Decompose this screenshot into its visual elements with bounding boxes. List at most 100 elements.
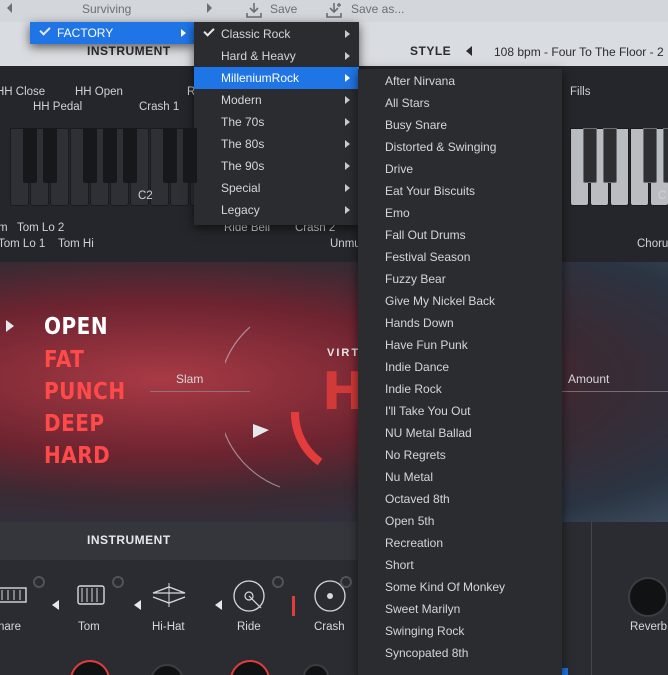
- tom-mini-knob[interactable]: [112, 576, 124, 588]
- save-icon[interactable]: [245, 1, 263, 19]
- genre-item-the-70s[interactable]: The 70s: [194, 111, 359, 133]
- style-item-label: Give My Nickel Back: [385, 294, 496, 308]
- key-label-fragment-m: m: [0, 222, 8, 234]
- style-item-festival-season[interactable]: Festival Season: [358, 246, 562, 268]
- ride-icon[interactable]: [231, 578, 267, 614]
- style-item-have-fun-punk[interactable]: Have Fun Punk: [358, 334, 562, 356]
- style-tempo[interactable]: 108 bpm - Four To The Floor - 2: [494, 45, 664, 59]
- style-item-some-kind-of-monkey[interactable]: Some Kind Of Monkey: [358, 576, 562, 598]
- style-punch[interactable]: PUNCH: [44, 377, 126, 405]
- save-button[interactable]: Save: [270, 2, 297, 16]
- piano-black-key[interactable]: [583, 128, 597, 183]
- prev-preset-icon[interactable]: [7, 3, 12, 13]
- play-icon[interactable]: [6, 320, 14, 332]
- style-item-label: Some Kind Of Monkey: [385, 580, 506, 594]
- piano-black-key[interactable]: [43, 128, 57, 183]
- chevron-right-icon: [345, 52, 350, 60]
- slot-label-snare: nare: [0, 621, 22, 633]
- piano-black-key[interactable]: [643, 128, 657, 183]
- style-item-distorted-swinging[interactable]: Distorted & Swinging: [358, 136, 562, 158]
- style-item-nu-metal-ballad[interactable]: NU Metal Ballad: [358, 422, 562, 444]
- tom-select-arrow[interactable]: [52, 600, 59, 610]
- genre-item-the-80s[interactable]: The 80s: [194, 133, 359, 155]
- style-item-busy-snare[interactable]: Busy Snare: [358, 114, 562, 136]
- key-label-hh-close: HH Close: [0, 86, 46, 98]
- hihat-select-arrow[interactable]: [134, 600, 141, 610]
- style-item-indie-rock[interactable]: Indie Rock: [358, 378, 562, 400]
- octave-label-c2: C2: [138, 190, 153, 202]
- style-item-label: All Stars: [385, 96, 430, 110]
- style-item-label: Eat Your Biscuits: [385, 184, 476, 198]
- piano-black-key[interactable]: [83, 128, 97, 183]
- piano-black-key[interactable]: [23, 128, 37, 183]
- style-item-octaved-8th[interactable]: Octaved 8th: [358, 488, 562, 510]
- save-as-icon[interactable]: [325, 1, 343, 19]
- style-item-give-my-nickel-back[interactable]: Give My Nickel Back: [358, 290, 562, 312]
- genre-item-legacy[interactable]: Legacy: [194, 199, 359, 221]
- style-item-nu-metal[interactable]: Nu Metal: [358, 466, 562, 488]
- genre-item-the-90s[interactable]: The 90s: [194, 155, 359, 177]
- piano-black-key[interactable]: [183, 128, 197, 183]
- style-item-open-5th[interactable]: Open 5th: [358, 510, 562, 532]
- style-item-label: Open 5th: [385, 514, 435, 528]
- piano-black-key[interactable]: [663, 128, 668, 183]
- style-hard[interactable]: HARD: [44, 441, 110, 469]
- style-item-label: Fuzzy Bear: [385, 272, 446, 286]
- style-deep[interactable]: DEEP: [44, 409, 105, 437]
- style-item-fall-out-drums[interactable]: Fall Out Drums: [358, 224, 562, 246]
- style-item-syncopated-8th[interactable]: Syncopated 8th: [358, 642, 562, 664]
- genre-item-label: Legacy: [221, 203, 260, 217]
- style-item-label: Syncopated 8th: [385, 646, 469, 660]
- genre-item-label: The 80s: [221, 137, 265, 151]
- style-item-no-regrets[interactable]: No Regrets: [358, 444, 562, 466]
- style-item-after-nirvana[interactable]: After Nirvana: [358, 70, 562, 92]
- chevron-right-icon: [345, 206, 350, 214]
- style-item-label: Busy Snare: [385, 118, 448, 132]
- style-item-emo[interactable]: Emo: [358, 202, 562, 224]
- genre-item-special[interactable]: Special: [194, 177, 359, 199]
- genre-item-label: MilleniumRock: [221, 71, 300, 85]
- style-item-label: No Regrets: [385, 448, 446, 462]
- amount-slider[interactable]: [560, 391, 668, 392]
- style-item-short[interactable]: Short: [358, 554, 562, 576]
- reverb-knob[interactable]: [628, 577, 668, 617]
- genre-item-classic-rock[interactable]: Classic Rock: [194, 23, 359, 45]
- style-item-indie-dance[interactable]: Indie Dance: [358, 356, 562, 378]
- chevron-right-icon: [345, 30, 350, 38]
- style-item-sweet-marilyn[interactable]: Sweet Marilyn: [358, 598, 562, 620]
- snare-icon[interactable]: [0, 580, 28, 610]
- style-item-fuzzy-bear[interactable]: Fuzzy Bear: [358, 268, 562, 290]
- genre-item-hard-heavy[interactable]: Hard & Heavy: [194, 45, 359, 67]
- hihat-icon[interactable]: [150, 580, 188, 610]
- style-item-label: I'll Take You Out: [385, 404, 471, 418]
- piano-black-key[interactable]: [163, 128, 177, 183]
- piano-black-key[interactable]: [103, 128, 117, 183]
- style-item-hands-down[interactable]: Hands Down: [358, 312, 562, 334]
- style-item-drive[interactable]: Drive: [358, 158, 562, 180]
- style-item-label: Indie Rock: [385, 382, 442, 396]
- style-item-i-ll-take-you-out[interactable]: I'll Take You Out: [358, 400, 562, 422]
- style-item-recreation[interactable]: Recreation: [358, 532, 562, 554]
- next-preset-icon[interactable]: [207, 3, 212, 13]
- ride-mini-knob[interactable]: [272, 576, 284, 588]
- save-as-button[interactable]: Save as...: [351, 2, 404, 16]
- style-fat[interactable]: FAT: [44, 345, 84, 373]
- chevron-right-icon: [181, 29, 186, 37]
- genre-item-modern[interactable]: Modern: [194, 89, 359, 111]
- style-open[interactable]: OPEN: [44, 312, 108, 340]
- style-item-eat-your-biscuits[interactable]: Eat Your Biscuits: [358, 180, 562, 202]
- tom-icon[interactable]: [74, 578, 108, 612]
- style-item-swinging-rock[interactable]: Swinging Rock: [358, 620, 562, 642]
- piano-black-key[interactable]: [603, 128, 617, 183]
- top-bar: Surviving Save Save as...: [0, 0, 668, 22]
- genre-item-milleniumrock[interactable]: MilleniumRock: [194, 67, 359, 89]
- style-item-label: Festival Season: [385, 250, 471, 264]
- menu-item-factory[interactable]: FACTORY: [30, 22, 195, 44]
- style-item-all-stars[interactable]: All Stars: [358, 92, 562, 114]
- crash-mini-knob[interactable]: [340, 576, 352, 588]
- preset-name[interactable]: Surviving: [82, 2, 131, 16]
- snare-mini-knob[interactable]: [33, 576, 45, 588]
- piano-black-key[interactable]: [123, 128, 137, 183]
- style-prev-icon[interactable]: [466, 46, 472, 56]
- ride-select-arrow[interactable]: [215, 600, 222, 610]
